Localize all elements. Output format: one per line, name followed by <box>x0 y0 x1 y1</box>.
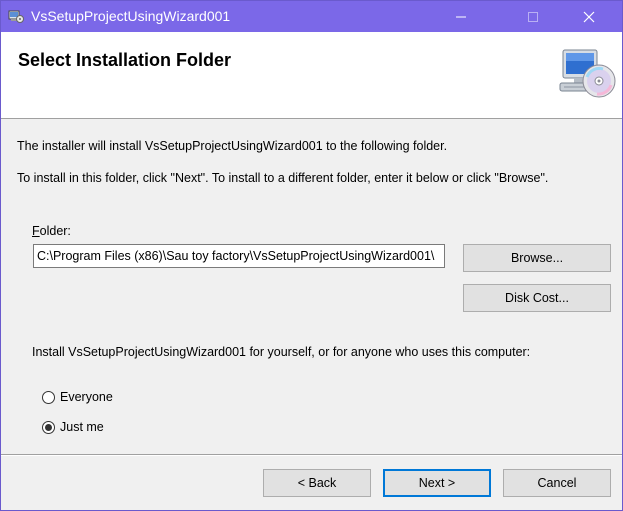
next-button[interactable]: Next > <box>383 469 491 497</box>
maximize-button[interactable] <box>510 1 556 32</box>
folder-label: Folder: <box>32 224 71 238</box>
minimize-icon <box>456 16 466 17</box>
install-destination-text: The installer will install VsSetupProjec… <box>17 139 448 153</box>
installer-window: VsSetupProjectUsingWizard001 Select Inst… <box>0 0 623 511</box>
everyone-radio-label: Everyone <box>60 390 113 404</box>
everyone-radio[interactable]: Everyone <box>42 390 113 404</box>
install-instructions-text: To install in this folder, click "Next".… <box>17 171 549 185</box>
window-title: VsSetupProjectUsingWizard001 <box>31 8 231 24</box>
disk-cost-button[interactable]: Disk Cost... <box>463 284 611 312</box>
close-button[interactable] <box>566 1 612 32</box>
cancel-button[interactable]: Cancel <box>503 469 611 497</box>
computer-with-cd-icon <box>557 47 617 107</box>
wizard-header: Select Installation Folder <box>1 32 622 119</box>
install-scope-text: Install VsSetupProjectUsingWizard001 for… <box>32 345 531 359</box>
browse-button[interactable]: Browse... <box>463 244 611 272</box>
everyone-radio-circle[interactable] <box>42 390 55 404</box>
installer-app-icon <box>8 8 24 24</box>
maximize-icon <box>528 11 538 22</box>
page-title: Select Installation Folder <box>18 50 232 70</box>
back-button[interactable]: < Back <box>263 469 371 497</box>
folder-path-input[interactable] <box>33 244 445 268</box>
minimize-button[interactable] <box>438 1 484 32</box>
folder-label-mnemonic: F <box>32 224 40 238</box>
title-bar[interactable]: VsSetupProjectUsingWizard001 <box>1 1 622 32</box>
footer-divider <box>1 454 622 456</box>
just-me-radio-circle[interactable] <box>42 420 55 434</box>
close-icon <box>583 11 595 22</box>
folder-label-text: older: <box>39 224 71 238</box>
just-me-radio[interactable]: Just me <box>42 420 104 434</box>
just-me-radio-label: Just me <box>60 420 104 434</box>
